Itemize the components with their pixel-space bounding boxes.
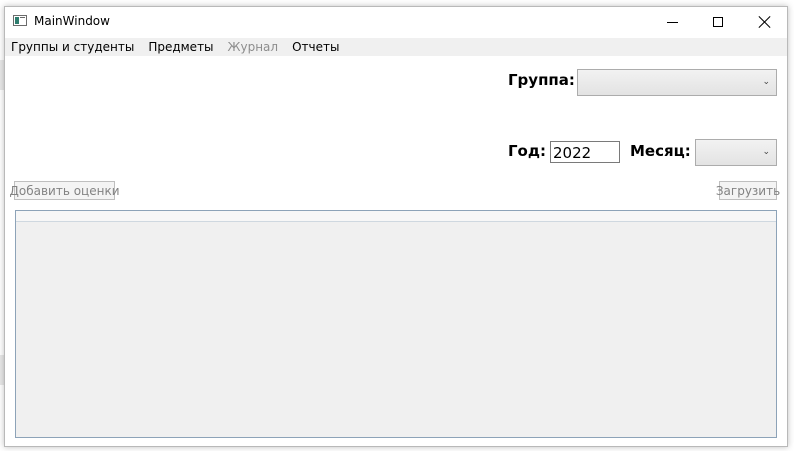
load-button[interactable]: Загрузить xyxy=(716,181,780,200)
close-button[interactable] xyxy=(742,7,788,37)
menu-bar: Группы и студенты Предметы Журнал Отчеты xyxy=(5,38,787,56)
year-label: Год: xyxy=(508,142,546,160)
month-label: Месяц: xyxy=(630,142,691,160)
minimize-button[interactable] xyxy=(649,7,695,37)
maximize-icon xyxy=(713,17,723,27)
month-combobox[interactable]: ⌄ xyxy=(695,139,777,166)
menu-reports[interactable]: Отчеты xyxy=(285,40,346,54)
menu-journal: Журнал xyxy=(227,40,279,54)
year-input[interactable]: 2022 xyxy=(550,141,620,163)
chevron-down-icon: ⌄ xyxy=(762,77,770,87)
maximize-button[interactable] xyxy=(695,7,741,37)
minimize-icon xyxy=(666,21,678,23)
add-grades-button[interactable]: Добавить оценки xyxy=(10,181,120,200)
grades-data-grid[interactable] xyxy=(15,210,777,438)
window-title: MainWindow xyxy=(34,14,110,28)
chevron-down-icon: ⌄ xyxy=(762,147,770,157)
grid-header xyxy=(16,211,776,222)
menu-subjects[interactable]: Предметы xyxy=(141,40,220,54)
app-window-icon xyxy=(13,15,27,26)
menu-groups-students[interactable]: Группы и студенты xyxy=(5,40,141,54)
close-icon xyxy=(759,16,771,28)
main-window: MainWindow Группы и студенты Предметы Жу… xyxy=(4,6,788,447)
group-label: Группа: xyxy=(508,71,575,89)
group-combobox[interactable]: ⌄ xyxy=(577,69,777,96)
title-bar[interactable]: MainWindow xyxy=(5,7,787,37)
